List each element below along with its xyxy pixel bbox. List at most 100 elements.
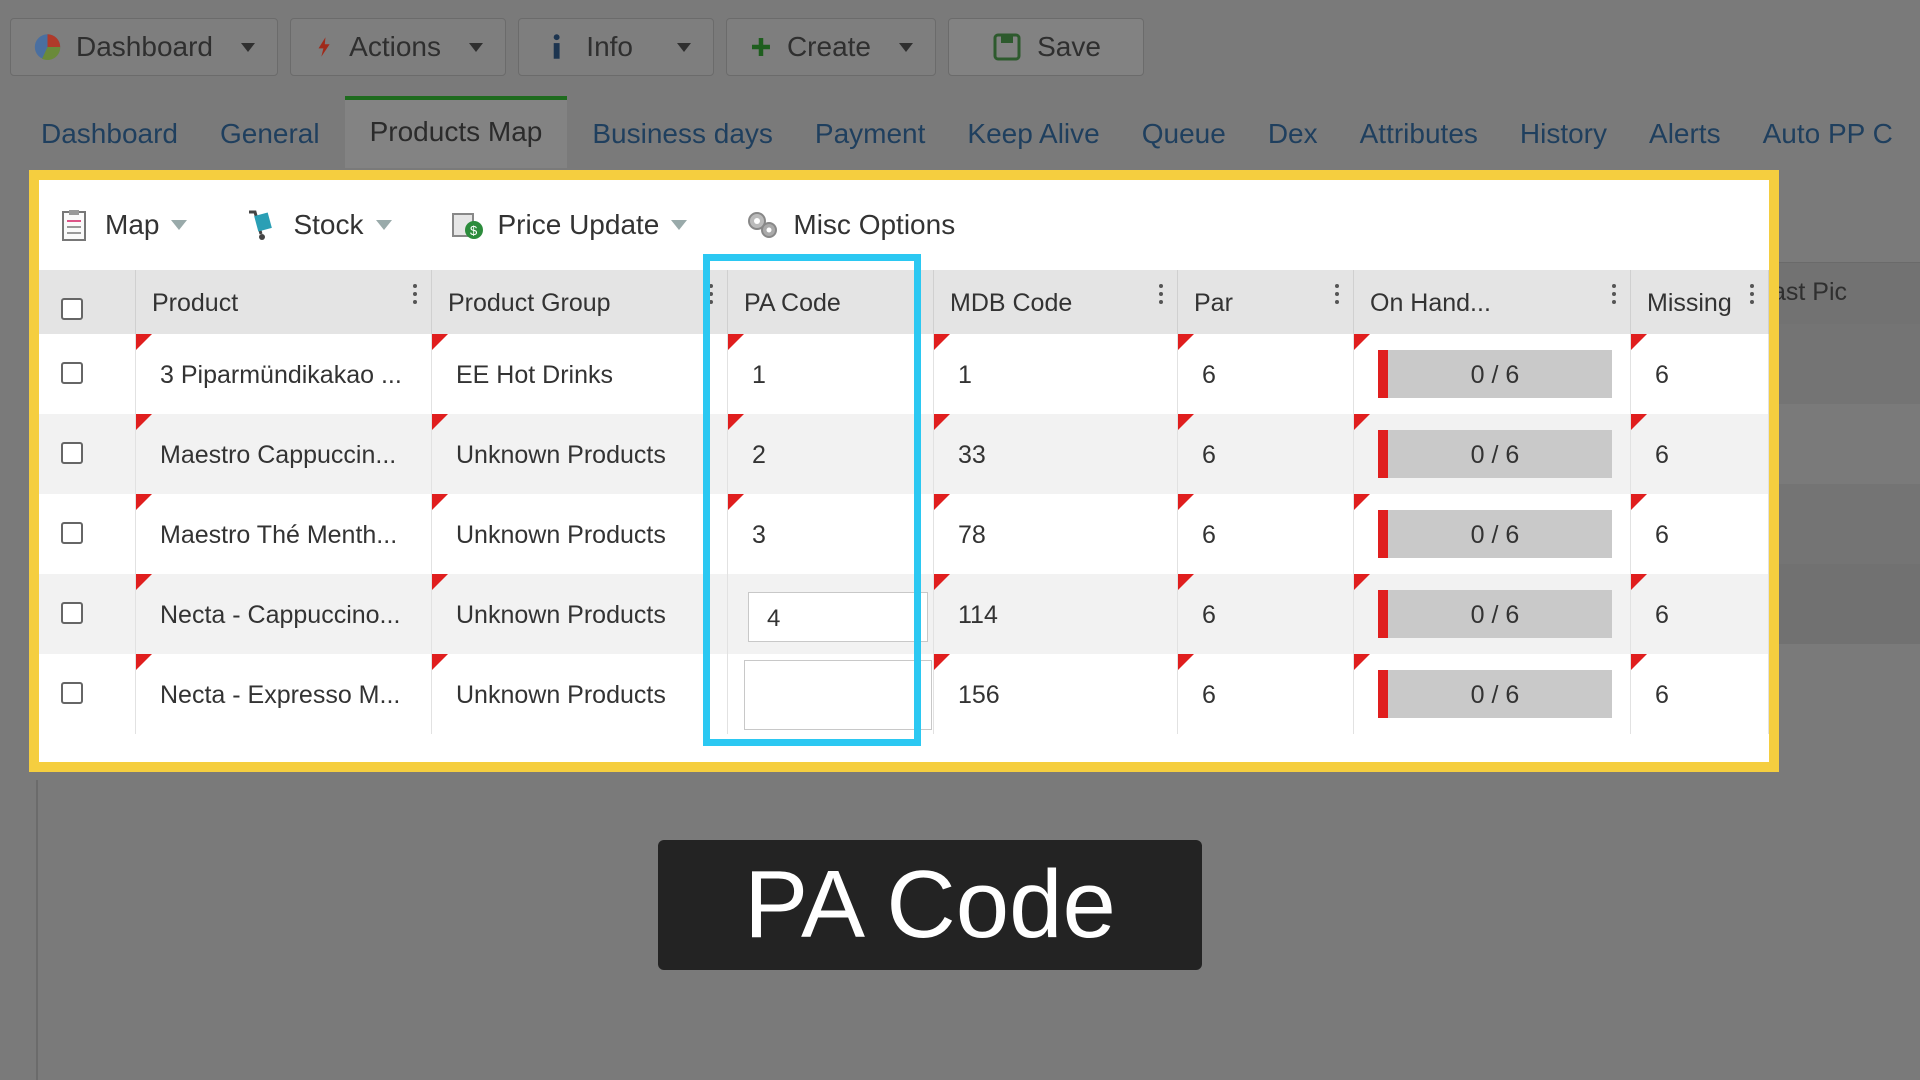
row-checkbox[interactable] [61, 602, 83, 624]
stock-menu-button[interactable]: Stock [245, 208, 392, 242]
tab-history[interactable]: History [1499, 96, 1628, 168]
mdb-code-header-label: MDB Code [950, 289, 1073, 317]
info-menu-button[interactable]: Info [518, 18, 714, 76]
on-hand-progress-bar: 0 / 6 [1378, 350, 1612, 398]
tab-queue[interactable]: Queue [1121, 96, 1247, 168]
product-cell[interactable]: Necta - Expresso M... [136, 654, 432, 734]
missing-cell[interactable]: 6 [1631, 654, 1769, 734]
row-checkbox[interactable] [61, 522, 83, 544]
mdb-code-cell[interactable]: 156 [934, 654, 1178, 734]
mdb-code-cell[interactable]: 1 [934, 334, 1178, 414]
product-group-cell[interactable]: Unknown Products [432, 414, 728, 494]
tab-auto-pp[interactable]: Auto PP C [1742, 96, 1914, 168]
row-checkbox[interactable] [61, 442, 83, 464]
tab-business-days[interactable]: Business days [571, 96, 794, 168]
actions-menu-button[interactable]: Actions [290, 18, 506, 76]
column-header-mdb-code[interactable]: MDB Code [934, 270, 1178, 334]
column-header-on-hand[interactable]: On Hand... [1354, 270, 1631, 334]
tab-alerts[interactable]: Alerts [1628, 96, 1742, 168]
create-menu-button[interactable]: Create [726, 18, 936, 76]
background-grid-row [1760, 324, 1920, 404]
on-hand-cell[interactable]: 0 / 6 [1354, 414, 1631, 494]
lightning-icon [318, 37, 330, 57]
tab-dex[interactable]: Dex [1247, 96, 1339, 168]
misc-options-button[interactable]: Misc Options [745, 208, 955, 242]
flag-icon [136, 414, 152, 430]
main-toolbar: Dashboard Actions Info Create Save [10, 18, 1144, 78]
product-cell[interactable]: Maestro Cappuccin... [136, 414, 432, 494]
misc-options-label: Misc Options [793, 209, 956, 240]
tab-payment[interactable]: Payment [794, 96, 947, 168]
missing-cell[interactable]: 6 [1631, 574, 1769, 654]
column-menu-icon[interactable] [1159, 284, 1163, 308]
missing-value: 6 [1655, 601, 1669, 629]
flag-icon [934, 574, 950, 590]
flag-icon [1178, 494, 1194, 510]
product-group-cell[interactable]: Unknown Products [432, 494, 728, 574]
par-cell[interactable]: 6 [1178, 654, 1354, 734]
on-hand-cell[interactable]: 0 / 6 [1354, 334, 1631, 414]
missing-cell[interactable]: 6 [1631, 334, 1769, 414]
row-select-cell [39, 414, 136, 494]
column-header-product[interactable]: Product [136, 270, 432, 334]
column-menu-icon[interactable] [1750, 284, 1754, 308]
row-checkbox[interactable] [61, 362, 83, 384]
mdb-code-cell[interactable]: 33 [934, 414, 1178, 494]
save-button[interactable]: Save [948, 18, 1144, 76]
product-group-cell[interactable]: Unknown Products [432, 654, 728, 734]
on-hand-progress-bar: 0 / 6 [1378, 670, 1612, 718]
on-hand-value: 0 / 6 [1470, 521, 1520, 549]
tab-attributes[interactable]: Attributes [1339, 96, 1499, 168]
flag-icon [1178, 334, 1194, 350]
tab-products-map[interactable]: Products Map [344, 96, 568, 168]
flag-icon [1631, 494, 1647, 510]
flag-icon [934, 654, 950, 670]
product-cell[interactable]: Necta - Cappuccino... [136, 574, 432, 654]
column-menu-icon[interactable] [413, 284, 417, 308]
row-select-cell [39, 654, 136, 734]
mdb-code-cell[interactable]: 78 [934, 494, 1178, 574]
product-cell[interactable]: Maestro Thé Menth... [136, 494, 432, 574]
flag-icon [432, 654, 448, 670]
dashboard-menu-button[interactable]: Dashboard [10, 18, 278, 76]
on-hand-cell[interactable]: 0 / 6 [1354, 574, 1631, 654]
flag-icon [1178, 654, 1194, 670]
flag-icon [432, 494, 448, 510]
column-header-product-group[interactable]: Product Group [432, 270, 728, 334]
select-all-checkbox[interactable] [61, 298, 83, 320]
product-cell[interactable]: 3 Piparmündikakao ... [136, 334, 432, 414]
mdb-code-value: 1 [958, 361, 972, 389]
on-hand-header-label: On Hand... [1370, 289, 1491, 317]
product-group-cell[interactable]: Unknown Products [432, 574, 728, 654]
on-hand-cell[interactable]: 0 / 6 [1354, 654, 1631, 734]
info-menu-label: Info [586, 31, 633, 62]
par-cell[interactable]: 6 [1178, 414, 1354, 494]
on-hand-value: 0 / 6 [1470, 441, 1520, 469]
tab-general[interactable]: General [199, 96, 341, 168]
missing-cell[interactable]: 6 [1631, 494, 1769, 574]
chevron-down-icon [375, 220, 392, 230]
map-menu-button[interactable]: Map [57, 208, 188, 242]
column-menu-icon[interactable] [1335, 284, 1339, 308]
mdb-code-value: 156 [958, 681, 1000, 709]
mdb-code-cell[interactable]: 114 [934, 574, 1178, 654]
on-hand-progress-bar: 0 / 6 [1378, 510, 1612, 558]
column-header-par[interactable]: Par [1178, 270, 1354, 334]
product-group-cell[interactable]: EE Hot Drinks [432, 334, 728, 414]
on-hand-cell[interactable]: 0 / 6 [1354, 494, 1631, 574]
par-cell[interactable]: 6 [1178, 494, 1354, 574]
flag-icon [1354, 654, 1370, 670]
flag-icon [1631, 414, 1647, 430]
column-menu-icon[interactable] [1612, 284, 1616, 308]
price-update-menu-button[interactable]: $ Price Update [450, 208, 688, 242]
last-pic-column-header[interactable]: ast Pic [1772, 278, 1847, 307]
tab-dashboard[interactable]: Dashboard [20, 96, 199, 168]
par-cell[interactable]: 6 [1178, 334, 1354, 414]
tab-keep-alive[interactable]: Keep Alive [946, 96, 1120, 168]
column-header-missing[interactable]: Missing [1631, 270, 1769, 334]
par-cell[interactable]: 6 [1178, 574, 1354, 654]
missing-cell[interactable]: 6 [1631, 414, 1769, 494]
row-checkbox[interactable] [61, 682, 83, 704]
missing-value: 6 [1655, 521, 1669, 549]
chevron-down-icon [899, 42, 913, 52]
